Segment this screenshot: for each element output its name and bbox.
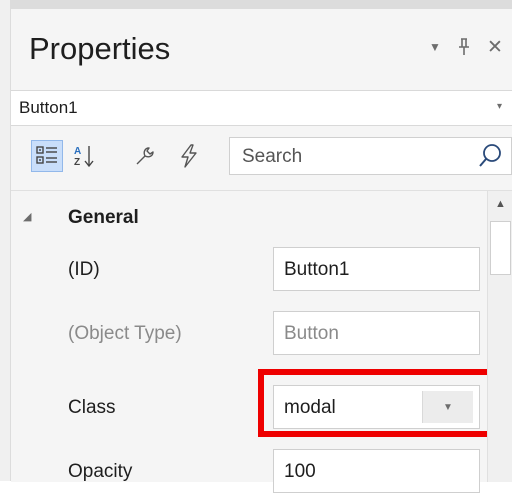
property-value-field: Button [273,311,480,355]
pin-icon[interactable] [452,32,476,62]
chevron-down-icon[interactable]: ▼ [423,32,447,62]
category-row-general[interactable]: ◢ General [11,199,481,235]
property-row-object-type: (Object Type) Button [11,307,481,361]
property-label: (ID) [68,259,100,280]
categorized-view-icon[interactable] [31,140,63,172]
panel-title: Properties [29,31,171,66]
collapse-arrow-icon[interactable]: ◢ [23,210,31,223]
property-value-text: 100 [284,461,316,482]
property-grid: ◢ General (ID) Button1 (Object Type) But… [11,190,512,493]
property-label: (Object Type) [68,323,182,344]
property-value-field[interactable]: 100 [273,449,480,493]
vertical-scrollbar[interactable]: ▲ [487,191,512,482]
search-icon[interactable] [477,142,503,170]
property-row-opacity[interactable]: Opacity 100 [11,445,481,499]
sort-alphabetical-icon[interactable]: A Z [69,140,101,172]
sort-alpha-glyph: A Z [74,146,94,168]
category-label: General [68,207,139,228]
properties-toolbar: A Z [11,127,512,189]
window-edge [0,0,11,481]
wrench-glyph [136,147,154,165]
property-value-text: Button [284,323,339,344]
categorized-glyph [36,146,57,164]
property-row-id[interactable]: (ID) Button1 [11,243,481,297]
property-label: Opacity [68,461,133,482]
search-input[interactable] [240,142,464,172]
scroll-thumb[interactable] [490,221,511,275]
svg-text:Z: Z [74,157,80,168]
object-selector-value: Button1 [19,98,78,117]
svg-text:A: A [74,146,81,157]
scroll-up-icon[interactable]: ▲ [488,193,512,215]
chevron-down-icon[interactable]: ▼ [422,391,473,423]
lightning-icon[interactable] [173,140,205,172]
property-value-field[interactable]: Button1 [273,247,480,291]
property-label: Class [68,397,116,418]
lightning-glyph [181,144,197,168]
property-value-text: modal [284,397,336,418]
chevron-down-icon[interactable]: ▾ [497,101,502,112]
property-row-class[interactable]: Class modal ▼ [11,381,481,435]
close-icon[interactable]: ✕ [483,32,507,62]
properties-panel: Properties ▼ ✕ Button1 ▾ A Z Search ◢ Ge… [11,0,512,493]
panel-top-strip [11,0,512,9]
class-dropdown[interactable]: modal ▼ [273,385,480,429]
property-value-text: Button1 [284,259,350,280]
search-field[interactable] [229,137,512,175]
wrench-icon[interactable] [129,140,161,172]
object-selector[interactable]: Button1 ▾ [11,90,512,126]
pin-glyph [459,38,469,55]
